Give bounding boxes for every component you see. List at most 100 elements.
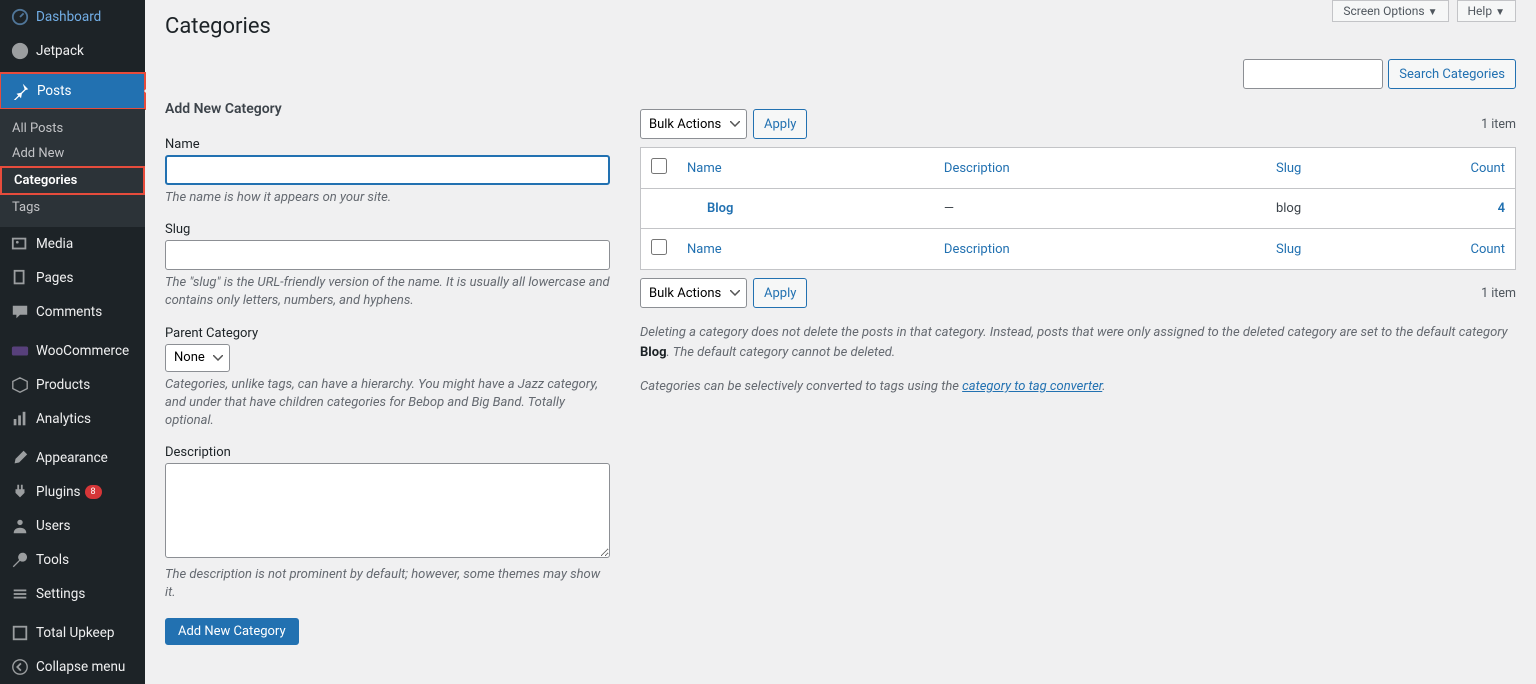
jetpack-icon: [10, 41, 30, 61]
apply-button-top[interactable]: Apply: [753, 109, 807, 139]
posts-submenu: All Posts Add New Categories Tags: [0, 109, 145, 227]
select-all-checkbox-top[interactable]: [651, 158, 667, 174]
row-count-link[interactable]: 4: [1498, 201, 1505, 216]
sidebar-label: Posts: [37, 83, 71, 99]
dashboard-icon: [10, 7, 30, 27]
slug-hint: The "slug" is the URL-friendly version o…: [165, 274, 610, 310]
sidebar-item-products[interactable]: Products: [0, 368, 145, 402]
name-label: Name: [165, 137, 610, 152]
row-name-link[interactable]: Blog: [707, 201, 733, 216]
upkeep-icon: [10, 623, 30, 643]
sidebar-label: Pages: [36, 270, 74, 286]
select-all-checkbox-bottom[interactable]: [651, 239, 667, 255]
bulk-actions-select-top[interactable]: Bulk Actions: [640, 109, 747, 139]
screen-options-button[interactable]: Screen Options▼: [1332, 0, 1448, 22]
woo-icon: [10, 341, 30, 361]
sidebar-item-collapse[interactable]: Collapse menu: [0, 650, 145, 684]
sidebar-label: Plugins: [36, 484, 81, 500]
plugin-icon: [10, 482, 30, 502]
col-count-foot[interactable]: Count: [1471, 242, 1505, 257]
add-category-form: Add New Category Name The name is how it…: [165, 101, 610, 645]
bulk-actions-select-bottom[interactable]: Bulk Actions: [640, 278, 747, 308]
col-name-foot[interactable]: Name: [687, 242, 722, 257]
slug-label: Slug: [165, 222, 610, 237]
row-slug: blog: [1266, 189, 1442, 229]
admin-sidebar: Dashboard Jetpack Posts All Posts Add Ne…: [0, 0, 145, 684]
sidebar-item-plugins[interactable]: Plugins 8: [0, 475, 145, 509]
sidebar-label: Jetpack: [36, 43, 84, 59]
category-slug-input[interactable]: [165, 240, 610, 270]
category-description-textarea[interactable]: [165, 463, 610, 558]
convert-note: Categories can be selectively converted …: [640, 377, 1516, 397]
submenu-tags[interactable]: Tags: [0, 195, 145, 220]
chevron-down-icon: ▼: [1495, 7, 1505, 18]
apply-button-bottom[interactable]: Apply: [753, 278, 807, 308]
parent-hint: Categories, unlike tags, can have a hier…: [165, 376, 610, 431]
sidebar-item-total-upkeep[interactable]: Total Upkeep: [0, 616, 145, 650]
help-button[interactable]: Help▼: [1457, 0, 1517, 22]
sidebar-label: Appearance: [36, 450, 108, 466]
sidebar-label: Products: [36, 377, 90, 393]
analytics-icon: [10, 409, 30, 429]
sidebar-label: Users: [36, 518, 70, 534]
comments-icon: [10, 302, 30, 322]
sidebar-label: Tools: [36, 552, 69, 568]
sidebar-item-users[interactable]: Users: [0, 509, 145, 543]
col-count[interactable]: Count: [1471, 161, 1505, 176]
col-slug[interactable]: Slug: [1276, 161, 1301, 176]
users-icon: [10, 516, 30, 536]
sidebar-item-appearance[interactable]: Appearance: [0, 441, 145, 475]
col-description-foot[interactable]: Description: [944, 242, 1010, 257]
items-count-top: 1 item: [1481, 117, 1516, 132]
row-description: —: [934, 189, 1266, 229]
page-title: Categories: [165, 5, 1516, 59]
add-category-button[interactable]: Add New Category: [165, 618, 299, 645]
search-categories-input[interactable]: [1243, 59, 1383, 89]
plugins-update-badge: 8: [85, 485, 102, 500]
categories-table-wrap: Bulk Actions Apply 1 item Name Descripti…: [640, 101, 1516, 645]
name-hint: The name is how it appears on your site.: [165, 189, 610, 207]
description-label: Description: [165, 445, 610, 460]
sidebar-item-woocommerce[interactable]: WooCommerce: [0, 334, 145, 368]
pin-icon: [11, 81, 31, 101]
sidebar-label: WooCommerce: [36, 343, 129, 359]
brush-icon: [10, 448, 30, 468]
search-categories-button[interactable]: Search Categories: [1388, 59, 1516, 89]
sidebar-item-media[interactable]: Media: [0, 227, 145, 261]
parent-category-select[interactable]: None: [165, 344, 230, 372]
category-to-tag-converter-link[interactable]: category to tag converter: [962, 379, 1102, 394]
tools-icon: [10, 550, 30, 570]
category-name-input[interactable]: [165, 155, 610, 185]
sidebar-item-comments[interactable]: Comments: [0, 295, 145, 329]
sidebar-item-posts[interactable]: Posts: [1, 74, 144, 108]
sidebar-label: Collapse menu: [36, 659, 125, 675]
submenu-all-posts[interactable]: All Posts: [0, 116, 145, 141]
sidebar-item-analytics[interactable]: Analytics: [0, 402, 145, 436]
sidebar-label: Media: [36, 236, 73, 252]
sidebar-label: Total Upkeep: [36, 625, 114, 641]
sidebar-label: Dashboard: [36, 9, 101, 25]
sidebar-label: Comments: [36, 304, 102, 320]
settings-icon: [10, 584, 30, 604]
items-count-bottom: 1 item: [1481, 286, 1516, 301]
col-name[interactable]: Name: [687, 161, 722, 176]
sidebar-item-tools[interactable]: Tools: [0, 543, 145, 577]
submenu-add-new[interactable]: Add New: [0, 141, 145, 166]
table-row: Blog — blog 4: [641, 189, 1516, 229]
sidebar-item-settings[interactable]: Settings: [0, 577, 145, 611]
sidebar-label: Settings: [36, 586, 85, 602]
sidebar-label: Analytics: [36, 411, 91, 427]
chevron-down-icon: ▼: [1428, 7, 1438, 18]
products-icon: [10, 375, 30, 395]
form-heading: Add New Category: [165, 101, 610, 117]
sidebar-item-dashboard[interactable]: Dashboard: [0, 0, 145, 34]
col-description[interactable]: Description: [944, 161, 1010, 176]
col-slug-foot[interactable]: Slug: [1276, 242, 1301, 257]
submenu-categories[interactable]: Categories: [0, 166, 145, 195]
media-icon: [10, 234, 30, 254]
collapse-icon: [10, 657, 30, 677]
sidebar-item-jetpack[interactable]: Jetpack: [0, 34, 145, 68]
sidebar-item-pages[interactable]: Pages: [0, 261, 145, 295]
categories-table: Name Description Slug Count Blog — blog: [640, 147, 1516, 270]
pages-icon: [10, 268, 30, 288]
